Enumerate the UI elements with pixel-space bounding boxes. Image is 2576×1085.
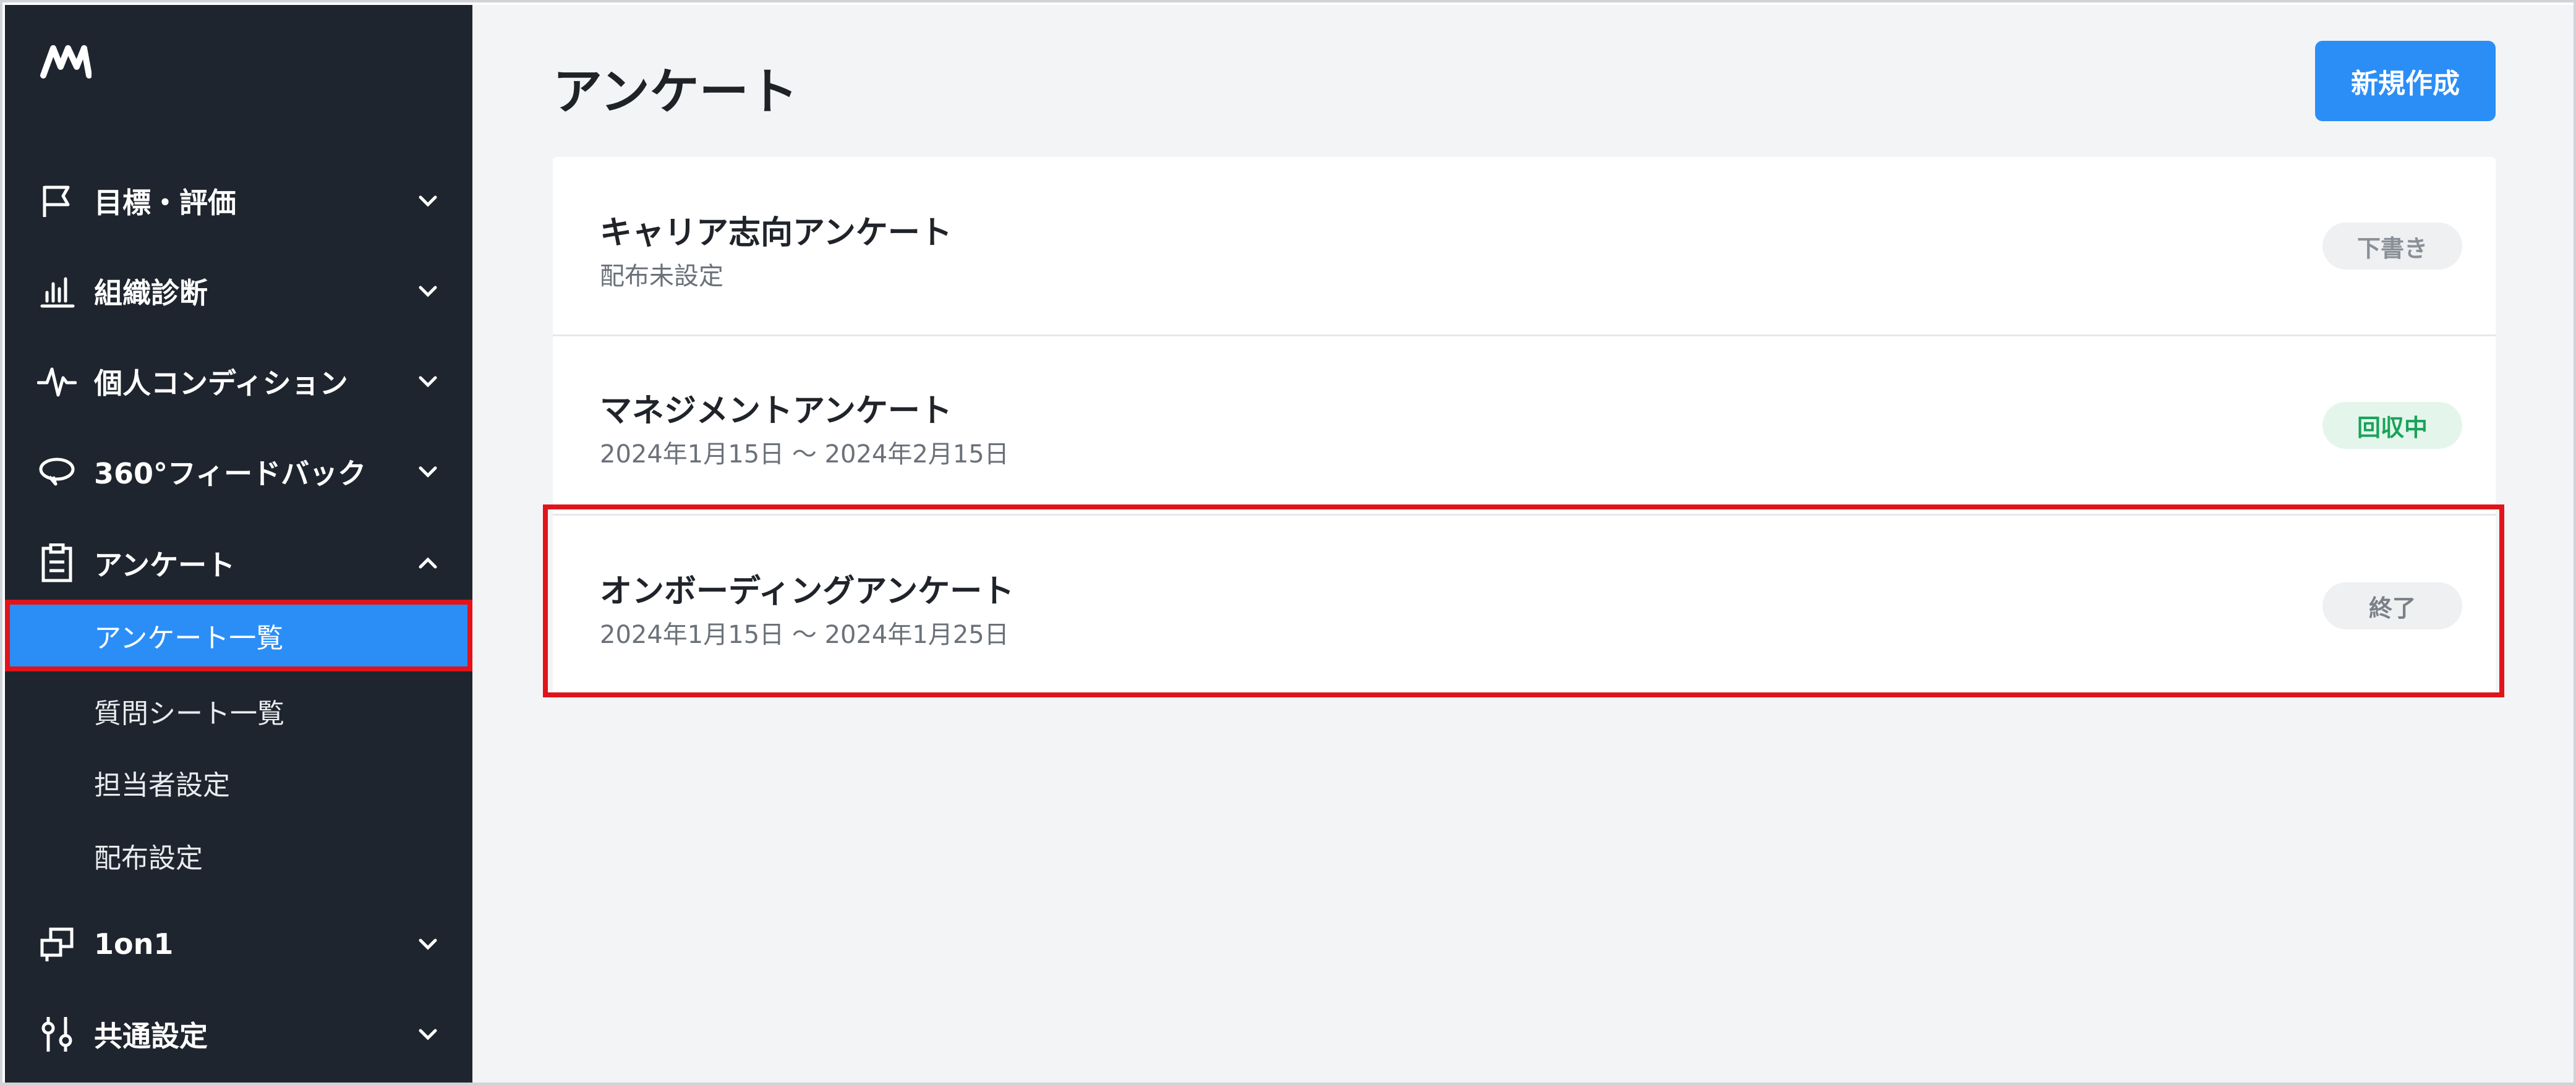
sub-item-label: 質問シート一覧: [94, 698, 284, 730]
nav-label: 共通設定: [94, 1019, 208, 1053]
chevron-down-icon: [419, 376, 437, 388]
main-content: アンケート 新規作成 キャリア志向アンケート 配布未設定 下書き マネジメントア…: [472, 5, 2574, 1083]
nav-item-common-settings[interactable]: 共通設定: [5, 1000, 472, 1068]
nav-label: アンケート: [94, 548, 236, 582]
nav-item-1on1[interactable]: 1on1: [5, 910, 472, 978]
nav-label: 360°フィードバック: [94, 457, 367, 490]
create-new-button[interactable]: 新規作成: [2315, 41, 2496, 121]
survey-subtitle: 2024年1月15日 〜 2024年1月25日: [600, 621, 1009, 649]
nav-item-360-feedback[interactable]: 360°フィードバック: [5, 438, 472, 506]
status-badge: 下書き: [2322, 223, 2462, 270]
nav-item-org-diagnosis[interactable]: 組織診断: [5, 257, 472, 325]
clipboard-icon: [37, 543, 77, 583]
feedback-loop-icon: [37, 452, 77, 491]
nav-item-goals[interactable]: 目標・評価: [5, 167, 472, 235]
nav-item-personal-condition[interactable]: 個人コンディション: [5, 347, 472, 415]
survey-title: オンボーディングアンケート: [600, 573, 1015, 610]
nav-label: 1on1: [94, 927, 174, 961]
survey-subtitle: 配布未設定: [600, 262, 723, 291]
app-window: 目標・評価 組織診断 個人コンディション 360°フィードバック アンケート ア…: [0, 0, 2576, 1085]
chevron-down-icon: [419, 286, 437, 297]
chevron-down-icon: [419, 938, 437, 950]
sub-item-label: 担当者設定: [94, 770, 230, 801]
logo-icon[interactable]: [40, 40, 92, 84]
sidebar-item-distribution-settings[interactable]: 配布設定: [5, 820, 472, 891]
nav-label: 組織診断: [94, 276, 208, 310]
sidebar-item-survey-list[interactable]: アンケート一覧: [5, 600, 472, 671]
chevron-down-icon: [419, 466, 437, 478]
chat-windows-icon: [37, 924, 77, 964]
survey-row-career[interactable]: キャリア志向アンケート 配布未設定 下書き: [553, 157, 2496, 336]
status-badge: 終了: [2322, 582, 2462, 629]
survey-title: キャリア志向アンケート: [600, 215, 952, 252]
chevron-down-icon: [419, 1029, 437, 1040]
page-title: アンケート: [553, 63, 798, 121]
sliders-icon: [37, 1015, 77, 1054]
survey-row-management[interactable]: マネジメントアンケート 2024年1月15日 〜 2024年2月15日 回収中: [553, 336, 2496, 516]
sub-item-label: アンケート一覧: [94, 623, 284, 654]
chevron-up-icon: [419, 557, 437, 569]
pulse-icon: [37, 362, 77, 401]
flag-icon: [37, 181, 77, 221]
chevron-down-icon: [419, 195, 437, 207]
sidebar: 目標・評価 組織診断 個人コンディション 360°フィードバック アンケート ア…: [5, 5, 472, 1083]
survey-subtitle: 2024年1月15日 〜 2024年2月15日: [600, 440, 1009, 469]
nav-label: 個人コンディション: [94, 367, 348, 400]
nav-label: 目標・評価: [94, 186, 236, 219]
bar-chart-icon: [37, 271, 77, 311]
sidebar-item-question-sheets[interactable]: 質問シート一覧: [5, 675, 472, 747]
status-badge: 回収中: [2322, 402, 2462, 449]
nav-item-survey[interactable]: アンケート: [5, 529, 472, 597]
sidebar-item-assignee-settings[interactable]: 担当者設定: [5, 747, 472, 819]
survey-list: キャリア志向アンケート 配布未設定 下書き マネジメントアンケート 2024年1…: [553, 157, 2496, 695]
survey-title: マネジメントアンケート: [600, 393, 952, 430]
survey-row-onboarding[interactable]: オンボーディングアンケート 2024年1月15日 〜 2024年1月25日 終了: [553, 516, 2496, 695]
sub-item-label: 配布設定: [94, 843, 203, 874]
